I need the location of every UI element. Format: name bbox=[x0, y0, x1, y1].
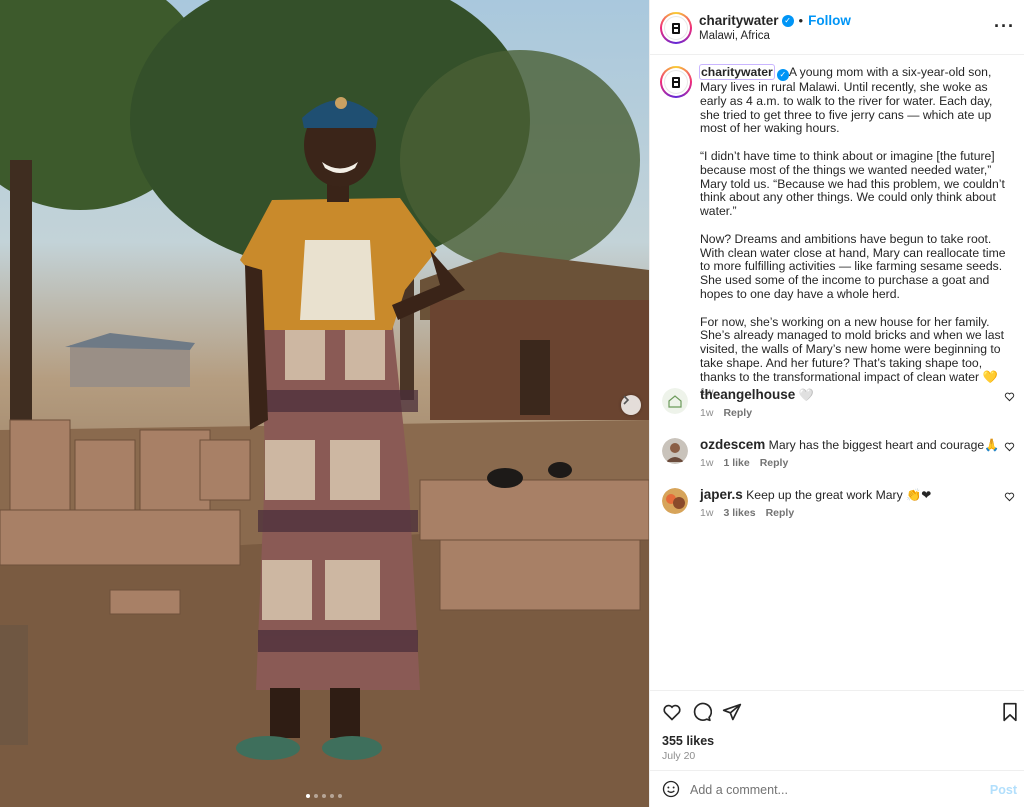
house-logo-icon bbox=[662, 388, 688, 414]
carousel-dot bbox=[314, 794, 318, 798]
comment-content: Keep up the great work Mary 👏❤ bbox=[746, 488, 932, 502]
post-actions: 355 likes July 20 bbox=[650, 690, 1024, 770]
save-bookmark-icon[interactable] bbox=[1001, 702, 1019, 722]
post-panel: charitywater ✓ • Follow Malawi, Africa ·… bbox=[649, 0, 1024, 807]
reply-button[interactable]: Reply bbox=[760, 457, 789, 469]
carousel-dot bbox=[306, 794, 310, 798]
more-options-button[interactable]: ··· bbox=[994, 16, 1015, 36]
profile-photo-icon bbox=[662, 438, 688, 464]
comment-time[interactable]: 1w bbox=[700, 507, 713, 519]
carousel-dot bbox=[330, 794, 334, 798]
author-avatar[interactable] bbox=[660, 12, 692, 44]
like-comment-heart-icon[interactable] bbox=[1004, 391, 1015, 402]
comment-username[interactable]: ozdescem bbox=[700, 437, 765, 452]
carousel-indicator bbox=[306, 794, 342, 798]
comment-time[interactable]: 1w bbox=[700, 407, 713, 419]
like-comment-heart-icon[interactable] bbox=[1004, 441, 1015, 452]
comment-username[interactable]: theangelhouse bbox=[700, 387, 795, 402]
comment-username[interactable]: japer.s bbox=[700, 487, 743, 502]
comment-text: japer.s Keep up the great work Mary 👏❤ bbox=[700, 487, 1000, 503]
caption-body: charitywater ✓ A young mom with a six-year… bbox=[699, 64, 1015, 399]
post-location[interactable]: Malawi, Africa bbox=[699, 30, 770, 42]
post-photo[interactable] bbox=[0, 0, 649, 807]
comment-likes[interactable]: 1 like bbox=[723, 457, 749, 469]
profile-photo-icon bbox=[662, 488, 688, 514]
comment-content: 🤍 bbox=[798, 388, 814, 402]
caption-author-avatar[interactable] bbox=[660, 66, 692, 98]
follow-button[interactable]: Follow bbox=[808, 13, 851, 28]
more-horizontal-icon: ··· bbox=[994, 16, 1015, 36]
comment-text: ozdescem Mary has the biggest heart and … bbox=[700, 437, 1000, 453]
jerry-can-logo-icon bbox=[672, 22, 680, 34]
carousel-dot bbox=[322, 794, 326, 798]
caption-username[interactable]: charitywater bbox=[699, 64, 775, 80]
reply-button[interactable]: Reply bbox=[766, 507, 795, 519]
comment-text: theangelhouse 🤍 bbox=[700, 387, 1000, 403]
comment-composer: Post bbox=[650, 770, 1024, 807]
likes-count[interactable]: 355 likes bbox=[662, 734, 714, 748]
comment-likes[interactable]: 3 likes bbox=[723, 507, 755, 519]
post-date[interactable]: July 20 bbox=[662, 750, 695, 762]
jerry-can-logo-icon bbox=[672, 76, 680, 88]
carousel-dot bbox=[338, 794, 342, 798]
comment-time[interactable]: 1w bbox=[700, 457, 713, 469]
verified-badge-icon: ✓ bbox=[781, 14, 794, 27]
commenter-avatar[interactable] bbox=[662, 438, 688, 464]
chevron-right-icon bbox=[623, 395, 630, 405]
like-heart-icon[interactable] bbox=[662, 702, 682, 722]
photo-illustration bbox=[0, 0, 649, 807]
comments-scroll-area[interactable]: charitywater ✓ A young mom with a six-year… bbox=[650, 56, 1024, 690]
commenter-avatar[interactable] bbox=[662, 488, 688, 514]
like-comment-heart-icon[interactable] bbox=[1004, 491, 1015, 502]
caption-text: A young mom with a six-year-old son, Mar… bbox=[700, 65, 1006, 384]
add-comment-input[interactable] bbox=[690, 780, 980, 800]
reply-button[interactable]: Reply bbox=[723, 407, 752, 419]
next-image-button[interactable] bbox=[621, 395, 641, 415]
post-comment-button[interactable]: Post bbox=[990, 783, 1017, 797]
comment-bubble-icon[interactable] bbox=[692, 702, 712, 722]
header-separator: • bbox=[798, 13, 804, 28]
author-username[interactable]: charitywater bbox=[699, 13, 779, 28]
comment-content: Mary has the biggest heart and courage🙏 bbox=[768, 438, 1000, 452]
share-send-icon[interactable] bbox=[722, 702, 742, 722]
commenter-avatar[interactable] bbox=[662, 388, 688, 414]
post-header: charitywater ✓ • Follow Malawi, Africa ·… bbox=[650, 0, 1024, 55]
emoji-smiley-icon[interactable] bbox=[662, 780, 680, 798]
